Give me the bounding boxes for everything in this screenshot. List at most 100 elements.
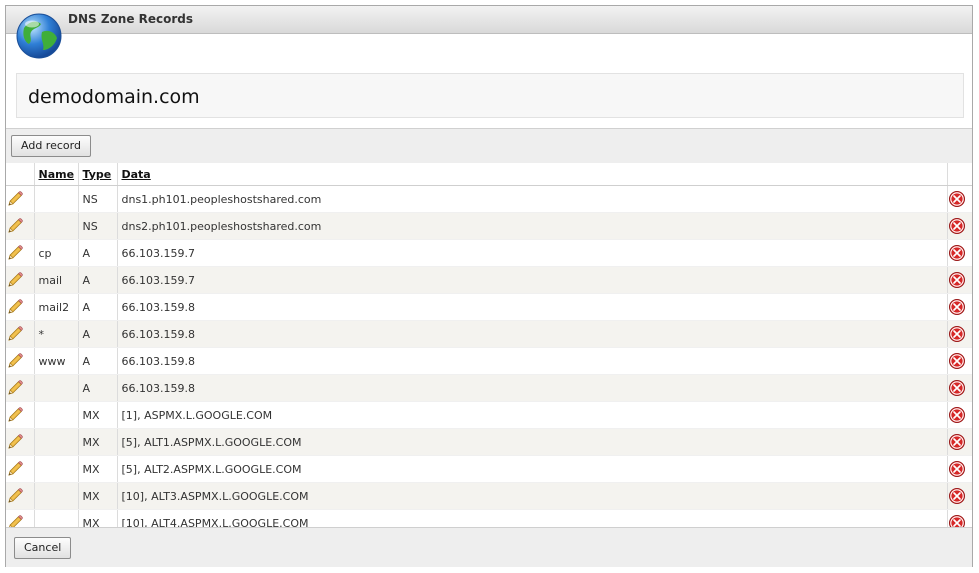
pencil-icon[interactable]: [6, 352, 24, 370]
pencil-icon[interactable]: [6, 379, 24, 397]
record-name: [34, 185, 79, 213]
header-type-label[interactable]: Type: [83, 168, 112, 181]
record-type: NS: [78, 212, 118, 240]
header-type[interactable]: Type: [78, 163, 118, 186]
edit-cell[interactable]: [6, 266, 35, 294]
delete-icon[interactable]: [948, 460, 966, 478]
header-name[interactable]: Name: [34, 163, 79, 186]
edit-cell[interactable]: [6, 239, 35, 267]
delete-cell[interactable]: [947, 320, 972, 348]
delete-icon[interactable]: [948, 487, 966, 505]
footer: Cancel: [6, 527, 972, 567]
table-row: www A 66.103.159.8: [6, 347, 972, 375]
delete-cell[interactable]: [947, 428, 972, 456]
record-data: [5], ALT1.ASPMX.L.GOOGLE.COM: [117, 428, 948, 456]
delete-icon[interactable]: [948, 298, 966, 316]
delete-icon[interactable]: [948, 352, 966, 370]
table-row: MX [5], ALT1.ASPMX.L.GOOGLE.COM: [6, 428, 972, 456]
delete-cell[interactable]: [947, 455, 972, 483]
delete-cell[interactable]: [947, 401, 972, 429]
record-data: [5], ALT2.ASPMX.L.GOOGLE.COM: [117, 455, 948, 483]
record-type: A: [78, 374, 118, 402]
pencil-icon[interactable]: [6, 244, 24, 262]
table-header-row: Name Type Data: [6, 163, 972, 186]
record-data: 66.103.159.8: [117, 320, 948, 348]
record-name: mail: [34, 266, 79, 294]
table-row: MX [5], ALT2.ASPMX.L.GOOGLE.COM: [6, 455, 972, 483]
pencil-icon[interactable]: [6, 271, 24, 289]
pencil-icon[interactable]: [6, 190, 24, 208]
record-name: www: [34, 347, 79, 375]
record-name: [34, 428, 79, 456]
table-row: cp A 66.103.159.7: [6, 239, 972, 267]
record-data: [10], ALT3.ASPMX.L.GOOGLE.COM: [117, 482, 948, 510]
delete-cell[interactable]: [947, 185, 972, 213]
header-delete: [947, 163, 972, 186]
record-type: A: [78, 293, 118, 321]
delete-icon[interactable]: [948, 433, 966, 451]
edit-cell[interactable]: [6, 401, 35, 429]
record-type: A: [78, 347, 118, 375]
record-name: [34, 374, 79, 402]
table-row: MX [10], ALT3.ASPMX.L.GOOGLE.COM: [6, 482, 972, 510]
table-row: * A 66.103.159.8: [6, 320, 972, 348]
domain-header: demodomain.com: [16, 73, 964, 118]
pencil-icon[interactable]: [6, 487, 24, 505]
delete-cell[interactable]: [947, 266, 972, 294]
delete-icon[interactable]: [948, 244, 966, 262]
edit-cell[interactable]: [6, 185, 35, 213]
delete-icon[interactable]: [948, 217, 966, 235]
cancel-button[interactable]: Cancel: [14, 537, 72, 559]
window-title: DNS Zone Records: [68, 12, 194, 26]
edit-cell[interactable]: [6, 482, 35, 510]
delete-icon[interactable]: [948, 406, 966, 424]
delete-cell[interactable]: [947, 482, 972, 510]
record-name: [34, 212, 79, 240]
pencil-icon[interactable]: [6, 460, 24, 478]
edit-cell[interactable]: [6, 212, 35, 240]
record-data: 66.103.159.8: [117, 293, 948, 321]
dns-records-table: Name Type Data NS dns1.ph101.peopleshost…: [6, 163, 972, 537]
edit-cell[interactable]: [6, 293, 35, 321]
delete-cell[interactable]: [947, 374, 972, 402]
record-name: [34, 401, 79, 429]
pencil-icon[interactable]: [6, 217, 24, 235]
dns-zone-panel: DNS Zone Records demodomain.com Add reco…: [5, 5, 973, 567]
header-data[interactable]: Data: [117, 163, 948, 186]
record-data: 66.103.159.7: [117, 239, 948, 267]
delete-cell[interactable]: [947, 212, 972, 240]
delete-cell[interactable]: [947, 239, 972, 267]
pencil-icon[interactable]: [6, 406, 24, 424]
record-name: mail2: [34, 293, 79, 321]
add-record-button[interactable]: Add record: [11, 135, 91, 157]
domain-name: demodomain.com: [28, 86, 200, 108]
record-name: [34, 455, 79, 483]
delete-icon[interactable]: [948, 325, 966, 343]
header-name-label[interactable]: Name: [39, 168, 75, 181]
record-type: MX: [78, 401, 118, 429]
header-data-label[interactable]: Data: [122, 168, 151, 181]
delete-cell[interactable]: [947, 347, 972, 375]
edit-cell[interactable]: [6, 374, 35, 402]
record-type: A: [78, 239, 118, 267]
record-data: dns1.ph101.peopleshostshared.com: [117, 185, 948, 213]
delete-icon[interactable]: [948, 190, 966, 208]
header-edit: [6, 163, 35, 186]
table-row: MX [1], ASPMX.L.GOOGLE.COM: [6, 401, 972, 429]
record-type: MX: [78, 428, 118, 456]
record-name: cp: [34, 239, 79, 267]
delete-icon[interactable]: [948, 379, 966, 397]
edit-cell[interactable]: [6, 347, 35, 375]
table-row: mail2 A 66.103.159.8: [6, 293, 972, 321]
record-data: 66.103.159.7: [117, 266, 948, 294]
pencil-icon[interactable]: [6, 433, 24, 451]
edit-cell[interactable]: [6, 428, 35, 456]
edit-cell[interactable]: [6, 320, 35, 348]
delete-icon[interactable]: [948, 271, 966, 289]
pencil-icon[interactable]: [6, 298, 24, 316]
record-type: A: [78, 320, 118, 348]
edit-cell[interactable]: [6, 455, 35, 483]
record-data: dns2.ph101.peopleshostshared.com: [117, 212, 948, 240]
pencil-icon[interactable]: [6, 325, 24, 343]
delete-cell[interactable]: [947, 293, 972, 321]
